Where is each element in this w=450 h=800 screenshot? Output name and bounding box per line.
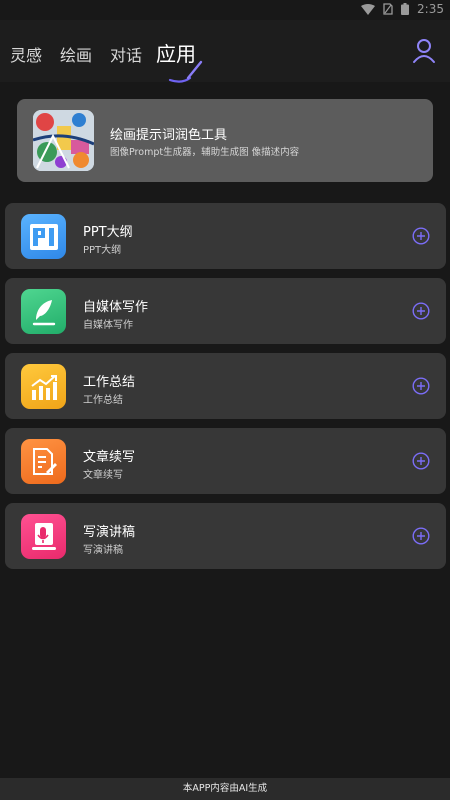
tab-inspiration[interactable]: 灵感 (10, 42, 42, 66)
add-icon[interactable] (412, 302, 430, 320)
featured-tool-card[interactable]: 绘画提示词润色工具 图像Prompt生成器，辅助生成图 像描述内容 (17, 99, 433, 182)
wifi-icon (361, 3, 376, 15)
tool-title: PPT大纲 (83, 225, 133, 240)
user-icon[interactable] (412, 38, 436, 64)
microphone-icon (21, 514, 66, 559)
document-edit-icon (21, 439, 66, 484)
tool-title: 自媒体写作 (83, 300, 149, 315)
add-icon[interactable] (412, 452, 430, 470)
battery-icon (401, 3, 410, 15)
tool-subtitle: 文章续写 (83, 470, 123, 481)
no-sim-icon (383, 3, 393, 15)
tool-title: 写演讲稿 (83, 525, 136, 540)
tool-subtitle: 写演讲稿 (83, 545, 123, 556)
add-icon[interactable] (412, 377, 430, 395)
tab-drawing[interactable]: 绘画 (60, 42, 92, 66)
tool-subtitle: 工作总结 (83, 395, 123, 406)
active-tab-indicator (168, 58, 204, 88)
ai-disclaimer-footer: 本APP内容由AI生成 (0, 778, 450, 800)
tool-card-ppt-outline[interactable]: PPT大纲 PPT大纲 (5, 203, 446, 269)
ppt-icon (21, 214, 66, 259)
status-time: 2:35 (417, 2, 444, 16)
tool-subtitle: PPT大纲 (83, 245, 122, 256)
tool-card-work-summary[interactable]: 工作总结 工作总结 (5, 353, 446, 419)
add-icon[interactable] (412, 527, 430, 545)
tool-list: PPT大纲 PPT大纲 自媒体写作 自媒体写作 工作总结 工作总结 文章续写 文… (5, 203, 446, 578)
chart-icon (21, 364, 66, 409)
featured-tool-title: 绘画提示词润色工具 (110, 128, 228, 143)
tool-subtitle: 自媒体写作 (83, 320, 133, 331)
featured-tool-subtitle: 图像Prompt生成器，辅助生成图 像描述内容 (110, 147, 300, 158)
tool-card-media-writing[interactable]: 自媒体写作 自媒体写作 (5, 278, 446, 344)
top-navigation: 灵感 绘画 对话 应用 (0, 20, 450, 83)
status-bar: 2:35 (0, 0, 450, 20)
tool-title: 工作总结 (83, 375, 136, 390)
add-icon[interactable] (412, 227, 430, 245)
tool-card-article-continuation[interactable]: 文章续写 文章续写 (5, 428, 446, 494)
featured-tool-thumbnail (33, 110, 94, 171)
status-icons: 2:35 (361, 2, 444, 16)
feather-icon (21, 289, 66, 334)
tool-title: 文章续写 (83, 450, 136, 465)
tool-card-speech-writing[interactable]: 写演讲稿 写演讲稿 (5, 503, 446, 569)
tab-chat[interactable]: 对话 (110, 42, 142, 66)
